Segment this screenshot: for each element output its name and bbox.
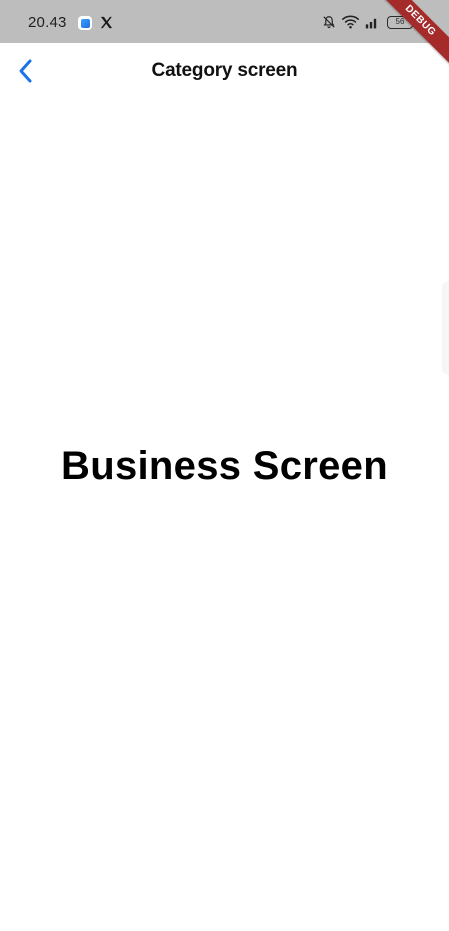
status-time: 20.43 [28, 14, 67, 31]
app-icon [78, 16, 92, 30]
wifi-icon [342, 15, 359, 29]
screen: 20.43 56 DEBUG Category screen Business … [0, 0, 449, 931]
page-title: Category screen [151, 60, 298, 81]
main-heading: Business Screen [61, 444, 388, 488]
bell-off-icon [323, 16, 335, 29]
status-bar: 20.43 56 [0, 0, 449, 43]
edge-panel-handle[interactable] [444, 282, 449, 374]
battery-level: 56 [395, 17, 405, 26]
x-icon [100, 16, 113, 29]
app-bar: Category screen [0, 43, 449, 99]
signal-icon [365, 15, 381, 29]
